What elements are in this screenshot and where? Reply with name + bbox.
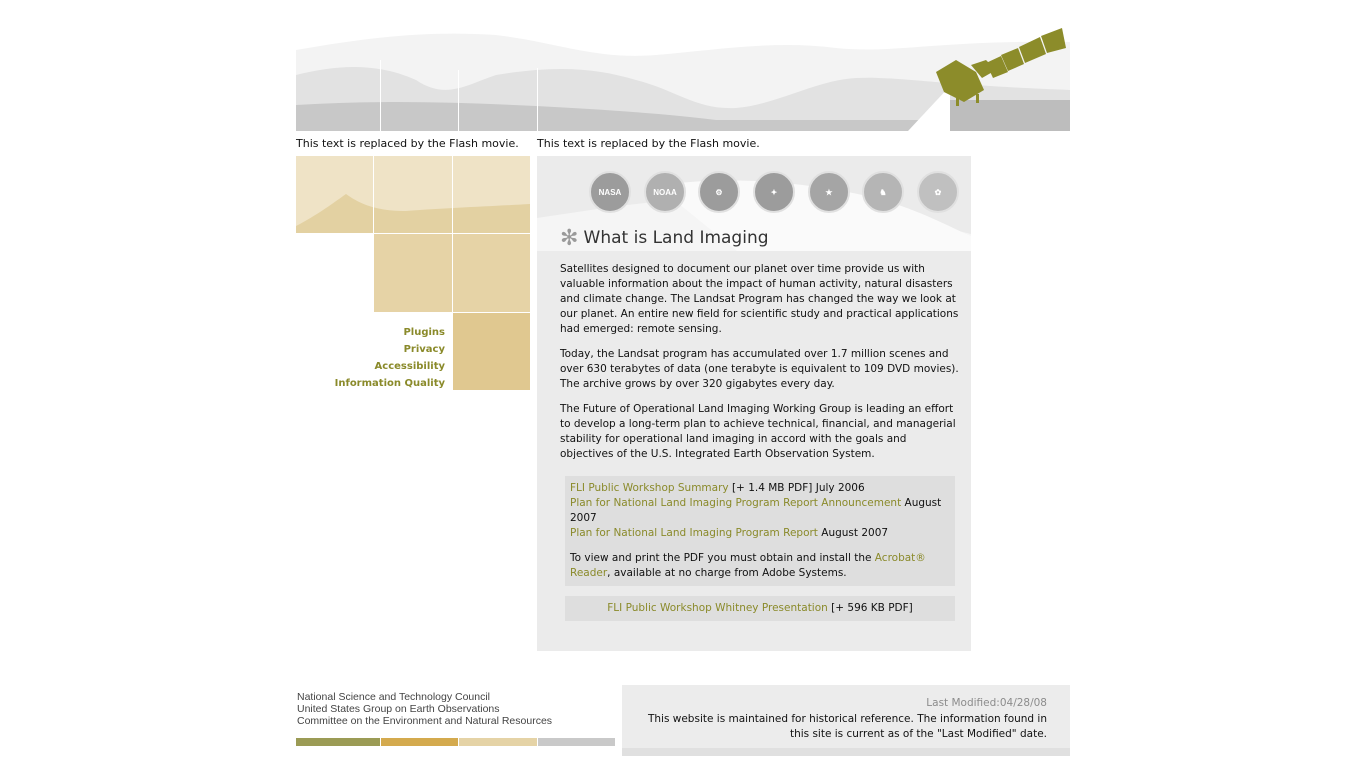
archive-paragraph: Today, the Landsat program has accumulat… (560, 348, 959, 390)
last-modified: Last Modified:04/28/08 (926, 697, 1047, 709)
noaa-seal-icon[interactable]: NOAA (644, 171, 686, 213)
page-title: What is Land Imaging (583, 228, 769, 248)
working-group-paragraph: The Future of Operational Land Imaging W… (560, 403, 956, 460)
footer-color-bar-gold (381, 738, 458, 746)
nav-link-accessibility[interactable]: Accessibility (335, 358, 445, 375)
left-nav: Plugins Privacy Accessibility Informatio… (335, 324, 445, 392)
section-title: ✻ What is Land Imaging (560, 228, 769, 250)
footer-color-bar-tan (459, 738, 537, 746)
acrobat-note: To view and print the PDF you must obtai… (570, 551, 950, 581)
footer-organizations: National Science and Technology Council … (297, 691, 552, 727)
whitney-presentation-link[interactable]: FLI Public Workshop Whitney Presentation (607, 602, 828, 614)
header-banner (296, 20, 1070, 131)
pdf-item-workshop-summary: FLI Public Workshop Summary [+ 1.4 MB PD… (570, 481, 950, 496)
nav-link-information-quality[interactable]: Information Quality (335, 375, 445, 392)
historical-note: This website is maintained for historica… (647, 713, 1047, 740)
report-meta: August 2007 (817, 527, 889, 539)
pdf-item-report: Plan for National Land Imaging Program R… (570, 526, 950, 541)
whitney-presentation-box: FLI Public Workshop Whitney Presentation… (565, 596, 955, 621)
left-decor-landscape (296, 156, 530, 233)
usda-seal-icon[interactable]: ✿ (917, 171, 959, 213)
state-seal-icon[interactable]: ✦ (753, 171, 795, 213)
flash-placeholder-left: This text is replaced by the Flash movie… (296, 137, 519, 150)
pdf-item-report-announcement: Plan for National Land Imaging Program R… (570, 496, 950, 526)
acrobat-note-suffix: , available at no charge from Adobe Syst… (607, 567, 847, 579)
dod-seal-icon[interactable]: ★ (808, 171, 850, 213)
asterisk-icon: ✻ (560, 226, 579, 251)
acrobat-note-prefix: To view and print the PDF you must obtai… (570, 552, 875, 564)
flash-placeholder-right: This text is replaced by the Flash movie… (537, 137, 760, 150)
footer-color-bar-olive (296, 738, 380, 746)
doe-seal-icon[interactable]: ⚙ (698, 171, 740, 213)
footer-org-usgeo: United States Group on Earth Observation… (297, 703, 500, 715)
pdf-links-box: FLI Public Workshop Summary [+ 1.4 MB PD… (565, 476, 955, 586)
footer-color-bar-gray (538, 738, 615, 746)
workshop-summary-link[interactable]: FLI Public Workshop Summary (570, 482, 729, 494)
nav-link-privacy[interactable]: Privacy (335, 341, 445, 358)
footer-org-nstc: National Science and Technology Council (297, 691, 491, 703)
nasa-seal-icon[interactable]: NASA (589, 171, 631, 213)
report-announcement-link[interactable]: Plan for National Land Imaging Program R… (570, 497, 901, 509)
report-link[interactable]: Plan for National Land Imaging Program R… (570, 527, 818, 539)
footer-org-cenr: Committee on the Environment and Natural… (297, 715, 553, 727)
doi-seal-icon[interactable]: ♞ (862, 171, 904, 213)
whitney-presentation-meta: [+ 596 KB PDF] (827, 602, 913, 614)
workshop-summary-meta: [+ 1.4 MB PDF] July 2006 (728, 482, 865, 494)
nav-link-plugins[interactable]: Plugins (335, 324, 445, 341)
intro-paragraph: Satellites designed to document our plan… (560, 263, 959, 335)
footer-notice-strip (622, 748, 1070, 756)
footer-notice: Last Modified:04/28/08 This website is m… (622, 685, 1070, 756)
